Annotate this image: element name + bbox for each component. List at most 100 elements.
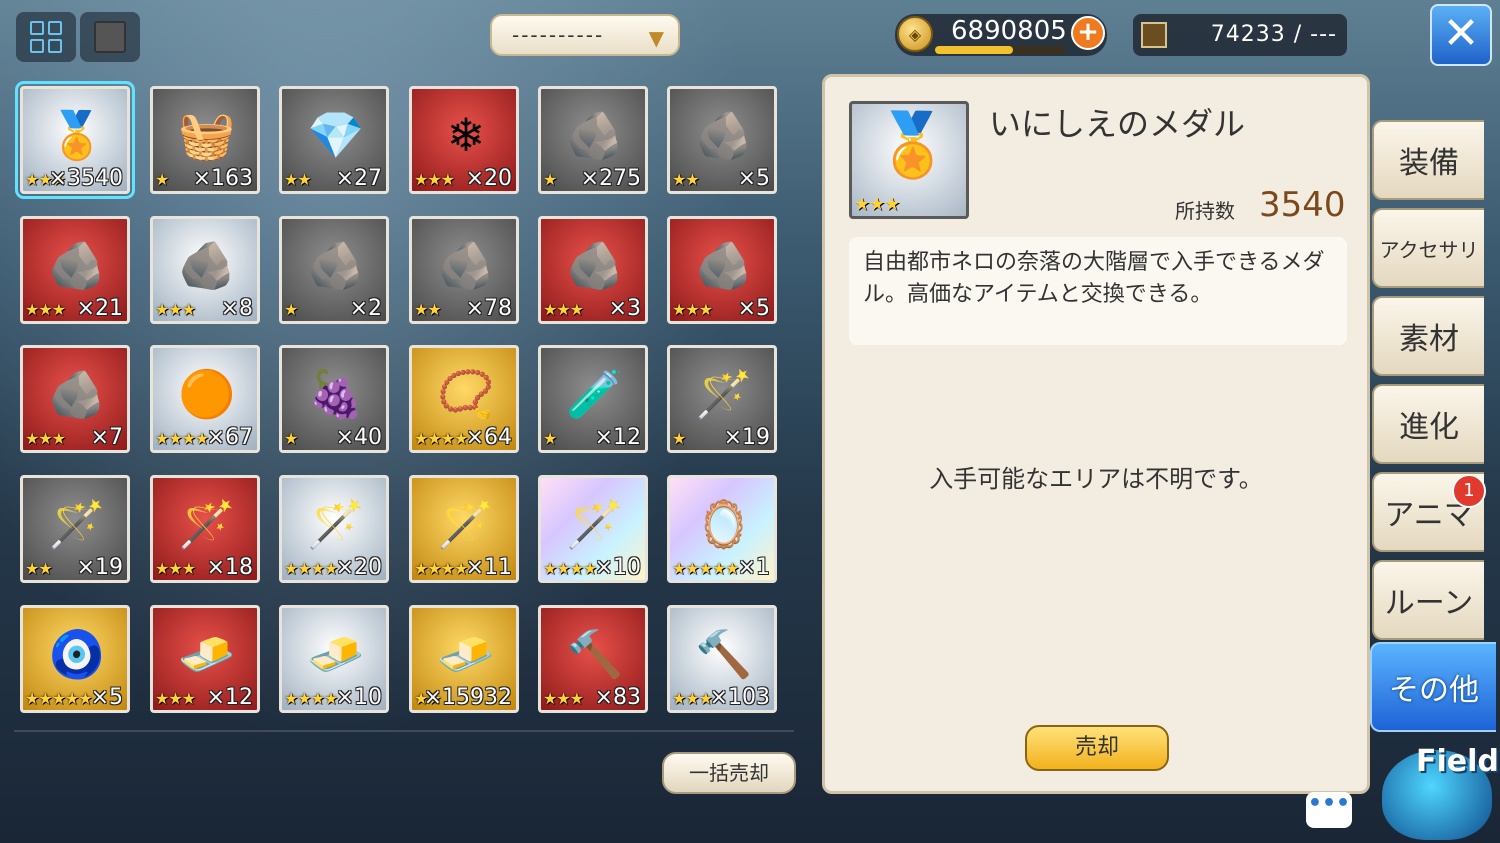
item-icon: 🧈 bbox=[178, 627, 236, 681]
item-slot[interactable]: 🪨 ★★★ ×3 bbox=[538, 216, 648, 324]
item-slot[interactable]: 🏅 ★★★ ×3540 bbox=[15, 81, 135, 199]
item-icon: 🪨 bbox=[695, 108, 753, 162]
bulk-sell-button[interactable]: 一括売却 bbox=[662, 752, 796, 794]
rarity-stars: ★ bbox=[284, 429, 298, 448]
rarity-stars: ★★★ bbox=[543, 300, 584, 319]
item-icon: 🪨 bbox=[307, 238, 365, 292]
field-button[interactable]: Field bbox=[1376, 736, 1500, 843]
item-slot[interactable]: 🔨 ★★★ ×103 bbox=[667, 605, 777, 713]
item-icon: 🪄 bbox=[437, 497, 495, 551]
tab-materials[interactable]: 素材 bbox=[1372, 296, 1484, 376]
tab-accessory[interactable]: アクセサリ bbox=[1372, 208, 1484, 288]
item-slot[interactable]: 🪨 ★★★ ×7 bbox=[20, 345, 130, 453]
plus-icon[interactable]: + bbox=[1071, 16, 1105, 50]
item-icon: 🪄 bbox=[695, 367, 753, 421]
item-slot[interactable]: 📿 ★★★★ ×64 bbox=[409, 345, 519, 453]
item-icon: 🪨 bbox=[566, 108, 624, 162]
item-count: ×18 bbox=[206, 555, 253, 580]
item-count: ×7 bbox=[90, 425, 123, 450]
inventory-icon bbox=[1141, 22, 1167, 48]
item-slot[interactable]: 🪨 ★★ ×5 bbox=[667, 86, 777, 194]
item-count: ×10 bbox=[594, 555, 641, 580]
item-count: ×275 bbox=[580, 166, 641, 191]
item-icon: 🪄 bbox=[566, 497, 624, 551]
rarity-stars: ★ bbox=[284, 300, 298, 319]
item-icon: 🧈 bbox=[307, 627, 365, 681]
item-slot[interactable]: 🔨 ★★★ ×83 bbox=[538, 605, 648, 713]
item-slot[interactable]: 🧺 ★ ×163 bbox=[150, 86, 260, 194]
item-icon: 🧪 bbox=[566, 367, 624, 421]
item-slot[interactable]: 🪄 ★★★ ×18 bbox=[150, 475, 260, 583]
item-slot[interactable]: 🪨 ★★ ×78 bbox=[409, 216, 519, 324]
item-slot[interactable]: 🪄 ★★★★ ×11 bbox=[409, 475, 519, 583]
item-slot[interactable]: 🪨 ★★★ ×8 bbox=[150, 216, 260, 324]
item-slot[interactable]: 🪄 ★★★★ ×20 bbox=[279, 475, 389, 583]
item-slot[interactable]: 💎 ★★ ×27 bbox=[279, 86, 389, 194]
sell-button[interactable]: 売却 bbox=[1025, 725, 1169, 771]
item-name: いにしえのメダル bbox=[989, 105, 1246, 143]
item-slot[interactable]: 🍇 ★ ×40 bbox=[279, 345, 389, 453]
item-slot[interactable]: 🪄 ★★ ×19 bbox=[20, 475, 130, 583]
item-count: ×163 bbox=[192, 166, 253, 191]
item-slot[interactable]: 🪨 ★★★ ×21 bbox=[20, 216, 130, 324]
item-icon: 🧈 bbox=[437, 627, 495, 681]
item-count: ×20 bbox=[335, 555, 382, 580]
item-slot[interactable]: 🧈 ★★ ×15932 bbox=[409, 605, 519, 713]
list-view-icon bbox=[94, 21, 126, 53]
list-view-button[interactable] bbox=[80, 12, 140, 62]
item-count: ×19 bbox=[76, 555, 123, 580]
capacity-value: 74233 / --- bbox=[1210, 22, 1337, 47]
chat-button[interactable]: ••• bbox=[1306, 792, 1352, 828]
tab-rune[interactable]: ルーン bbox=[1372, 560, 1484, 640]
rarity-stars: ★★★★ bbox=[155, 429, 209, 448]
tab-equipment[interactable]: 装備 bbox=[1372, 120, 1484, 200]
rarity-stars: ★★★ bbox=[672, 300, 713, 319]
close-button[interactable]: ✕ bbox=[1430, 4, 1492, 66]
tab-evolution[interactable]: 進化 bbox=[1372, 384, 1484, 464]
item-slot[interactable]: 🧿 ★★★★★ ×5 bbox=[20, 605, 130, 713]
item-slot[interactable]: 🪨 ★ ×2 bbox=[279, 216, 389, 324]
item-count: ×3 bbox=[608, 296, 641, 321]
item-icon: 🧿 bbox=[48, 627, 106, 681]
item-slot[interactable]: 🪨 ★ ×275 bbox=[538, 86, 648, 194]
grid-view-button[interactable] bbox=[16, 12, 76, 62]
rarity-stars: ★ bbox=[543, 429, 557, 448]
item-slot[interactable]: 🧈 ★★★ ×12 bbox=[150, 605, 260, 713]
item-count: ×12 bbox=[206, 685, 253, 710]
item-count: ×78 bbox=[465, 296, 512, 321]
item-slot[interactable]: 🧈 ★★★★ ×10 bbox=[279, 605, 389, 713]
rarity-stars: ★★★ bbox=[155, 559, 196, 578]
medal-icon: 🏅 bbox=[874, 108, 952, 181]
item-count: ×10 bbox=[335, 685, 382, 710]
item-slot[interactable]: 🪞 ★★★★★ ×1 bbox=[667, 475, 777, 583]
rarity-stars: ★★ bbox=[672, 170, 700, 189]
item-count: ×3540 bbox=[48, 166, 123, 191]
item-icon: ❄ bbox=[446, 108, 486, 162]
inventory-capacity: 74233 / --- bbox=[1133, 14, 1347, 56]
item-icon: 📿 bbox=[437, 367, 495, 421]
item-count: ×64 bbox=[465, 425, 512, 450]
item-count: ×40 bbox=[335, 425, 382, 450]
item-icon: 🪨 bbox=[48, 367, 106, 421]
item-slot[interactable]: 🟠 ★★★★ ×67 bbox=[150, 345, 260, 453]
item-count: ×27 bbox=[335, 166, 382, 191]
owned-value: 3540 bbox=[1259, 185, 1346, 225]
filter-dropdown[interactable]: ---------- ▼ bbox=[490, 14, 680, 56]
item-slot[interactable]: 🪄 ★ ×19 bbox=[667, 345, 777, 453]
tab-other[interactable]: その他 bbox=[1370, 642, 1496, 732]
rarity-stars: ★★★ bbox=[25, 429, 66, 448]
item-slot[interactable]: 🧪 ★ ×12 bbox=[538, 345, 648, 453]
item-icon: 🟠 bbox=[178, 367, 236, 421]
item-count: ×12 bbox=[594, 425, 641, 450]
rarity-stars: ★ bbox=[543, 170, 557, 189]
rarity-stars: ★★★ bbox=[155, 300, 196, 319]
item-slot[interactable]: 🪨 ★★★ ×5 bbox=[667, 216, 777, 324]
item-slot[interactable]: 🪄 ★★★★ ×10 bbox=[538, 475, 648, 583]
item-slot[interactable]: ❄ ★★★ ×20 bbox=[409, 86, 519, 194]
grid-view-icon bbox=[30, 21, 62, 53]
rarity-stars: ★★★★ bbox=[414, 429, 468, 448]
item-count: ×5 bbox=[737, 166, 770, 191]
coin-icon: ◈ bbox=[897, 16, 933, 52]
rarity-stars: ★★★★ bbox=[543, 559, 597, 578]
item-count: ×2 bbox=[349, 296, 382, 321]
